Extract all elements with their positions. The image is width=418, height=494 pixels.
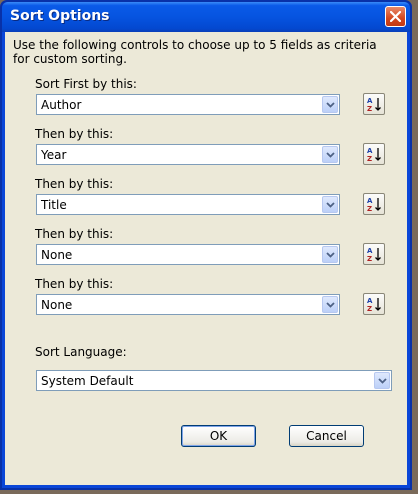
sort-field-2-select[interactable]: Year — [36, 144, 340, 165]
svg-text:Z: Z — [367, 205, 372, 212]
sort-az-icon: A Z — [367, 297, 381, 312]
sort-field-4-value: None — [41, 248, 73, 262]
sort-az-icon: A Z — [367, 247, 381, 262]
svg-text:Z: Z — [367, 255, 372, 262]
sort-language-select[interactable]: System Default — [36, 370, 392, 391]
sort-field-5-order-button[interactable]: A Z — [363, 293, 385, 315]
svg-text:A: A — [367, 247, 373, 255]
sort-field-1-value: Author — [41, 98, 82, 112]
sort-field-4-label: Then by this: — [35, 227, 114, 241]
sort-field-2-label: Then by this: — [35, 127, 114, 141]
close-button[interactable] — [385, 6, 406, 27]
sort-field-1-label: Sort First by this: — [35, 77, 137, 91]
dialog-title: Sort Options — [10, 8, 110, 24]
sort-field-2-order-button[interactable]: A Z — [363, 143, 385, 165]
sort-field-3-order-button[interactable]: A Z — [363, 193, 385, 215]
sort-language-value: System Default — [41, 374, 134, 388]
sort-options-dialog: Sort Options Use the following controls … — [0, 0, 412, 490]
cancel-button[interactable]: Cancel — [289, 425, 364, 447]
close-icon — [390, 11, 401, 22]
ok-button[interactable]: OK — [181, 425, 256, 447]
sort-field-4-select[interactable]: None — [36, 244, 340, 265]
svg-text:A: A — [367, 147, 373, 155]
sort-field-3-select[interactable]: Title — [36, 194, 340, 215]
dialog-body: Use the following controls to choose up … — [5, 32, 407, 485]
sort-az-icon: A Z — [367, 197, 381, 212]
sort-az-icon: A Z — [367, 97, 381, 112]
sort-field-4-dropdown-button[interactable] — [322, 246, 338, 263]
sort-field-1-order-button[interactable]: A Z — [363, 93, 385, 115]
sort-field-3-label: Then by this: — [35, 177, 114, 191]
svg-text:A: A — [367, 297, 373, 305]
chevron-down-icon — [326, 252, 335, 258]
chevron-down-icon — [326, 202, 335, 208]
sort-field-5-label: Then by this: — [35, 277, 114, 291]
svg-text:A: A — [367, 197, 373, 205]
chevron-down-icon — [378, 378, 387, 384]
sort-field-1-select[interactable]: Author — [36, 94, 340, 115]
sort-field-2-value: Year — [41, 148, 67, 162]
sort-field-2-dropdown-button[interactable] — [322, 146, 338, 163]
svg-text:Z: Z — [367, 105, 372, 112]
svg-text:Z: Z — [367, 155, 372, 162]
sort-field-1-dropdown-button[interactable] — [322, 96, 338, 113]
sort-language-dropdown-button[interactable] — [374, 372, 390, 389]
chevron-down-icon — [326, 152, 335, 158]
instructions-text: Use the following controls to choose up … — [13, 38, 377, 66]
chevron-down-icon — [326, 102, 335, 108]
title-bar[interactable]: Sort Options — [2, 2, 410, 32]
sort-field-3-value: Title — [41, 198, 67, 212]
sort-az-icon: A Z — [367, 147, 381, 162]
sort-field-5-value: None — [41, 298, 73, 312]
sort-field-3-dropdown-button[interactable] — [322, 196, 338, 213]
sort-field-5-dropdown-button[interactable] — [322, 296, 338, 313]
sort-field-4-order-button[interactable]: A Z — [363, 243, 385, 265]
svg-text:A: A — [367, 97, 373, 105]
chevron-down-icon — [326, 302, 335, 308]
svg-text:Z: Z — [367, 305, 372, 312]
sort-field-5-select[interactable]: None — [36, 294, 340, 315]
sort-language-label: Sort Language: — [35, 345, 127, 359]
